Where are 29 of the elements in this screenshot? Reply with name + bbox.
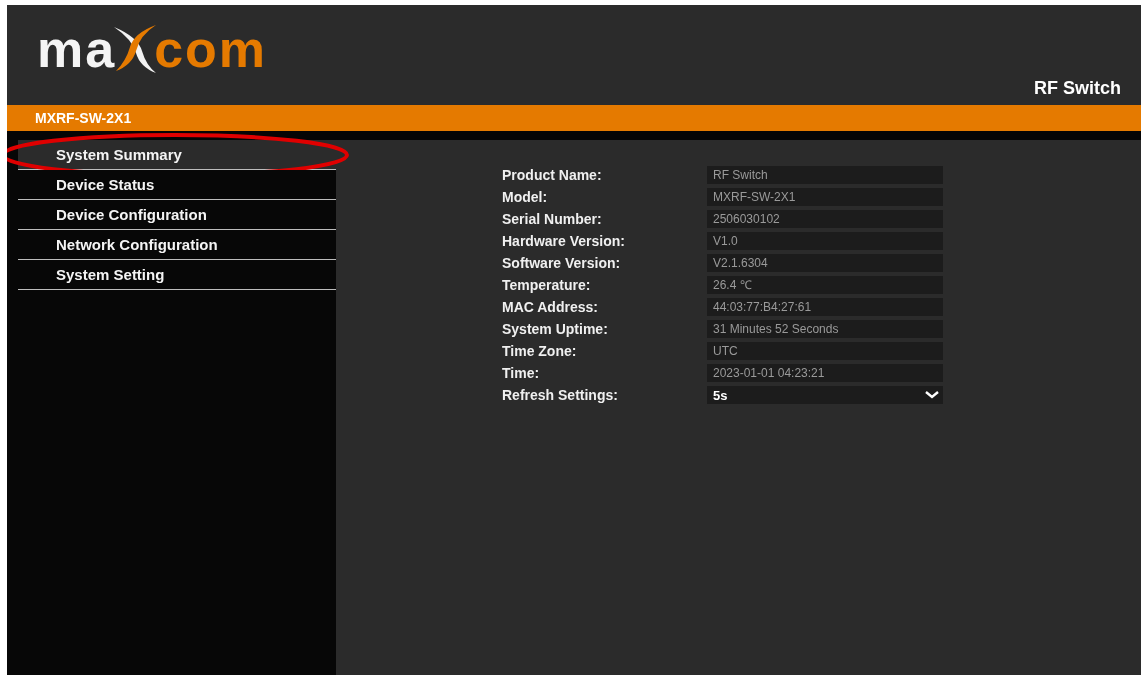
readonly-field: 2023-01-01 04:23:21 (707, 364, 943, 382)
readonly-field: 2506030102 (707, 210, 943, 228)
field-label: Refresh Settings: (502, 386, 619, 404)
readonly-field: V1.0 (707, 232, 943, 250)
sidebar-item[interactable]: Device Status (18, 170, 336, 200)
product-title: RF Switch (1034, 78, 1121, 99)
field-label: Product Name: (502, 166, 603, 184)
model-label: MXRF-SW-2X1 (35, 110, 132, 126)
logo-text: ma (37, 23, 117, 75)
logo-text: com (154, 23, 268, 75)
readonly-field: V2.1.6304 (707, 254, 943, 272)
field-label: Model: (502, 188, 549, 206)
field-label: Serial Number: (502, 210, 603, 228)
refresh-select[interactable]: 5s (707, 386, 943, 404)
field-label: Software Version: (502, 254, 622, 272)
field-label: Time: (502, 364, 541, 382)
field-label: MAC Address: (502, 298, 599, 316)
readonly-field: 31 Minutes 52 Seconds (707, 320, 943, 338)
sidebar-item[interactable]: System Summary (18, 140, 336, 170)
readonly-field: UTC (707, 342, 943, 360)
chevron-down-icon (925, 391, 939, 399)
field-label: System Uptime: (502, 320, 609, 338)
field-label: Temperature: (502, 276, 592, 294)
readonly-field: 44:03:77:B4:27:61 (707, 298, 943, 316)
readonly-field: 26.4 ℃ (707, 276, 943, 294)
readonly-field: RF Switch (707, 166, 943, 184)
field-label: Hardware Version: (502, 232, 626, 250)
field-label: Time Zone: (502, 342, 578, 360)
readonly-field: MXRF-SW-2X1 (707, 188, 943, 206)
